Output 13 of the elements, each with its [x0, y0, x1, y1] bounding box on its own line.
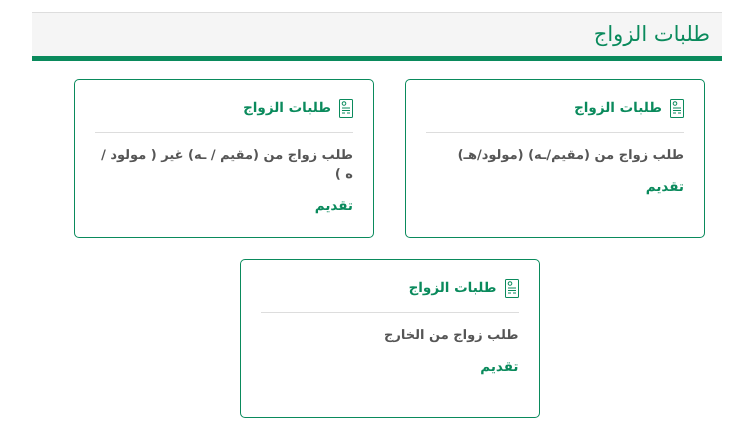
- card-description: طلب زواج من (مقيم/ـه) (مولود/هـ): [456, 147, 684, 166]
- page-title: طلبات الزواج: [594, 22, 710, 48]
- card-title: طلبات الزواج: [574, 99, 662, 118]
- card-title: طلبات الزواج: [408, 279, 496, 298]
- document-icon: [504, 278, 518, 298]
- document-icon: [339, 98, 353, 118]
- apply-link[interactable]: تقديم: [314, 198, 353, 214]
- card-description: طلب زواج من الخارج: [383, 327, 518, 346]
- document-icon: [670, 98, 684, 118]
- card-description: طلب زواج من (مقيم / ـه) غير ( مولود /ه ): [100, 147, 353, 184]
- apply-link[interactable]: تقديم: [646, 179, 684, 196]
- apply-link[interactable]: تقديم: [480, 359, 518, 376]
- card-title: طلبات الزواج: [243, 99, 331, 118]
